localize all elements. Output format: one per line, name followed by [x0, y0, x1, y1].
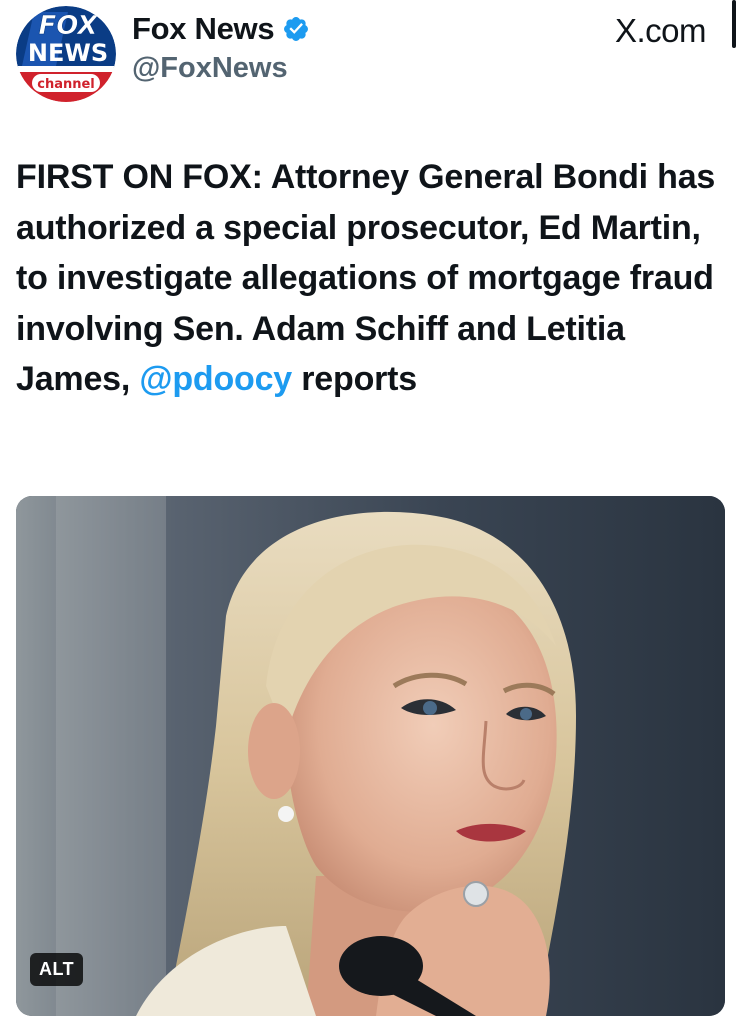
post-text: FIRST ON FOX: Attorney General Bondi has…	[16, 152, 728, 405]
logo-line-fox: FOX	[39, 11, 100, 41]
logo-line-news: NEWS	[28, 39, 108, 67]
post-text-tail: reports	[292, 360, 418, 398]
post-header: FOX NEWS channel Fox News @FoxNews X.com	[0, 0, 738, 110]
portrait-photo	[16, 496, 725, 1016]
account-handle[interactable]: @FoxNews	[132, 52, 288, 85]
post-image[interactable]: ALT	[16, 496, 725, 1016]
source-label: X.com	[614, 12, 707, 49]
avatar[interactable]: FOX NEWS channel	[16, 6, 116, 102]
fox-news-logo: FOX NEWS channel	[16, 6, 116, 102]
mention-link[interactable]: @pdoocy	[139, 360, 292, 398]
name-row: Fox News	[132, 10, 310, 48]
verified-badge-icon	[282, 15, 310, 43]
alt-text-badge[interactable]: ALT	[30, 953, 84, 986]
scrollbar[interactable]	[732, 0, 736, 48]
display-name[interactable]: Fox News	[132, 11, 275, 47]
logo-line-channel: channel	[37, 77, 95, 92]
